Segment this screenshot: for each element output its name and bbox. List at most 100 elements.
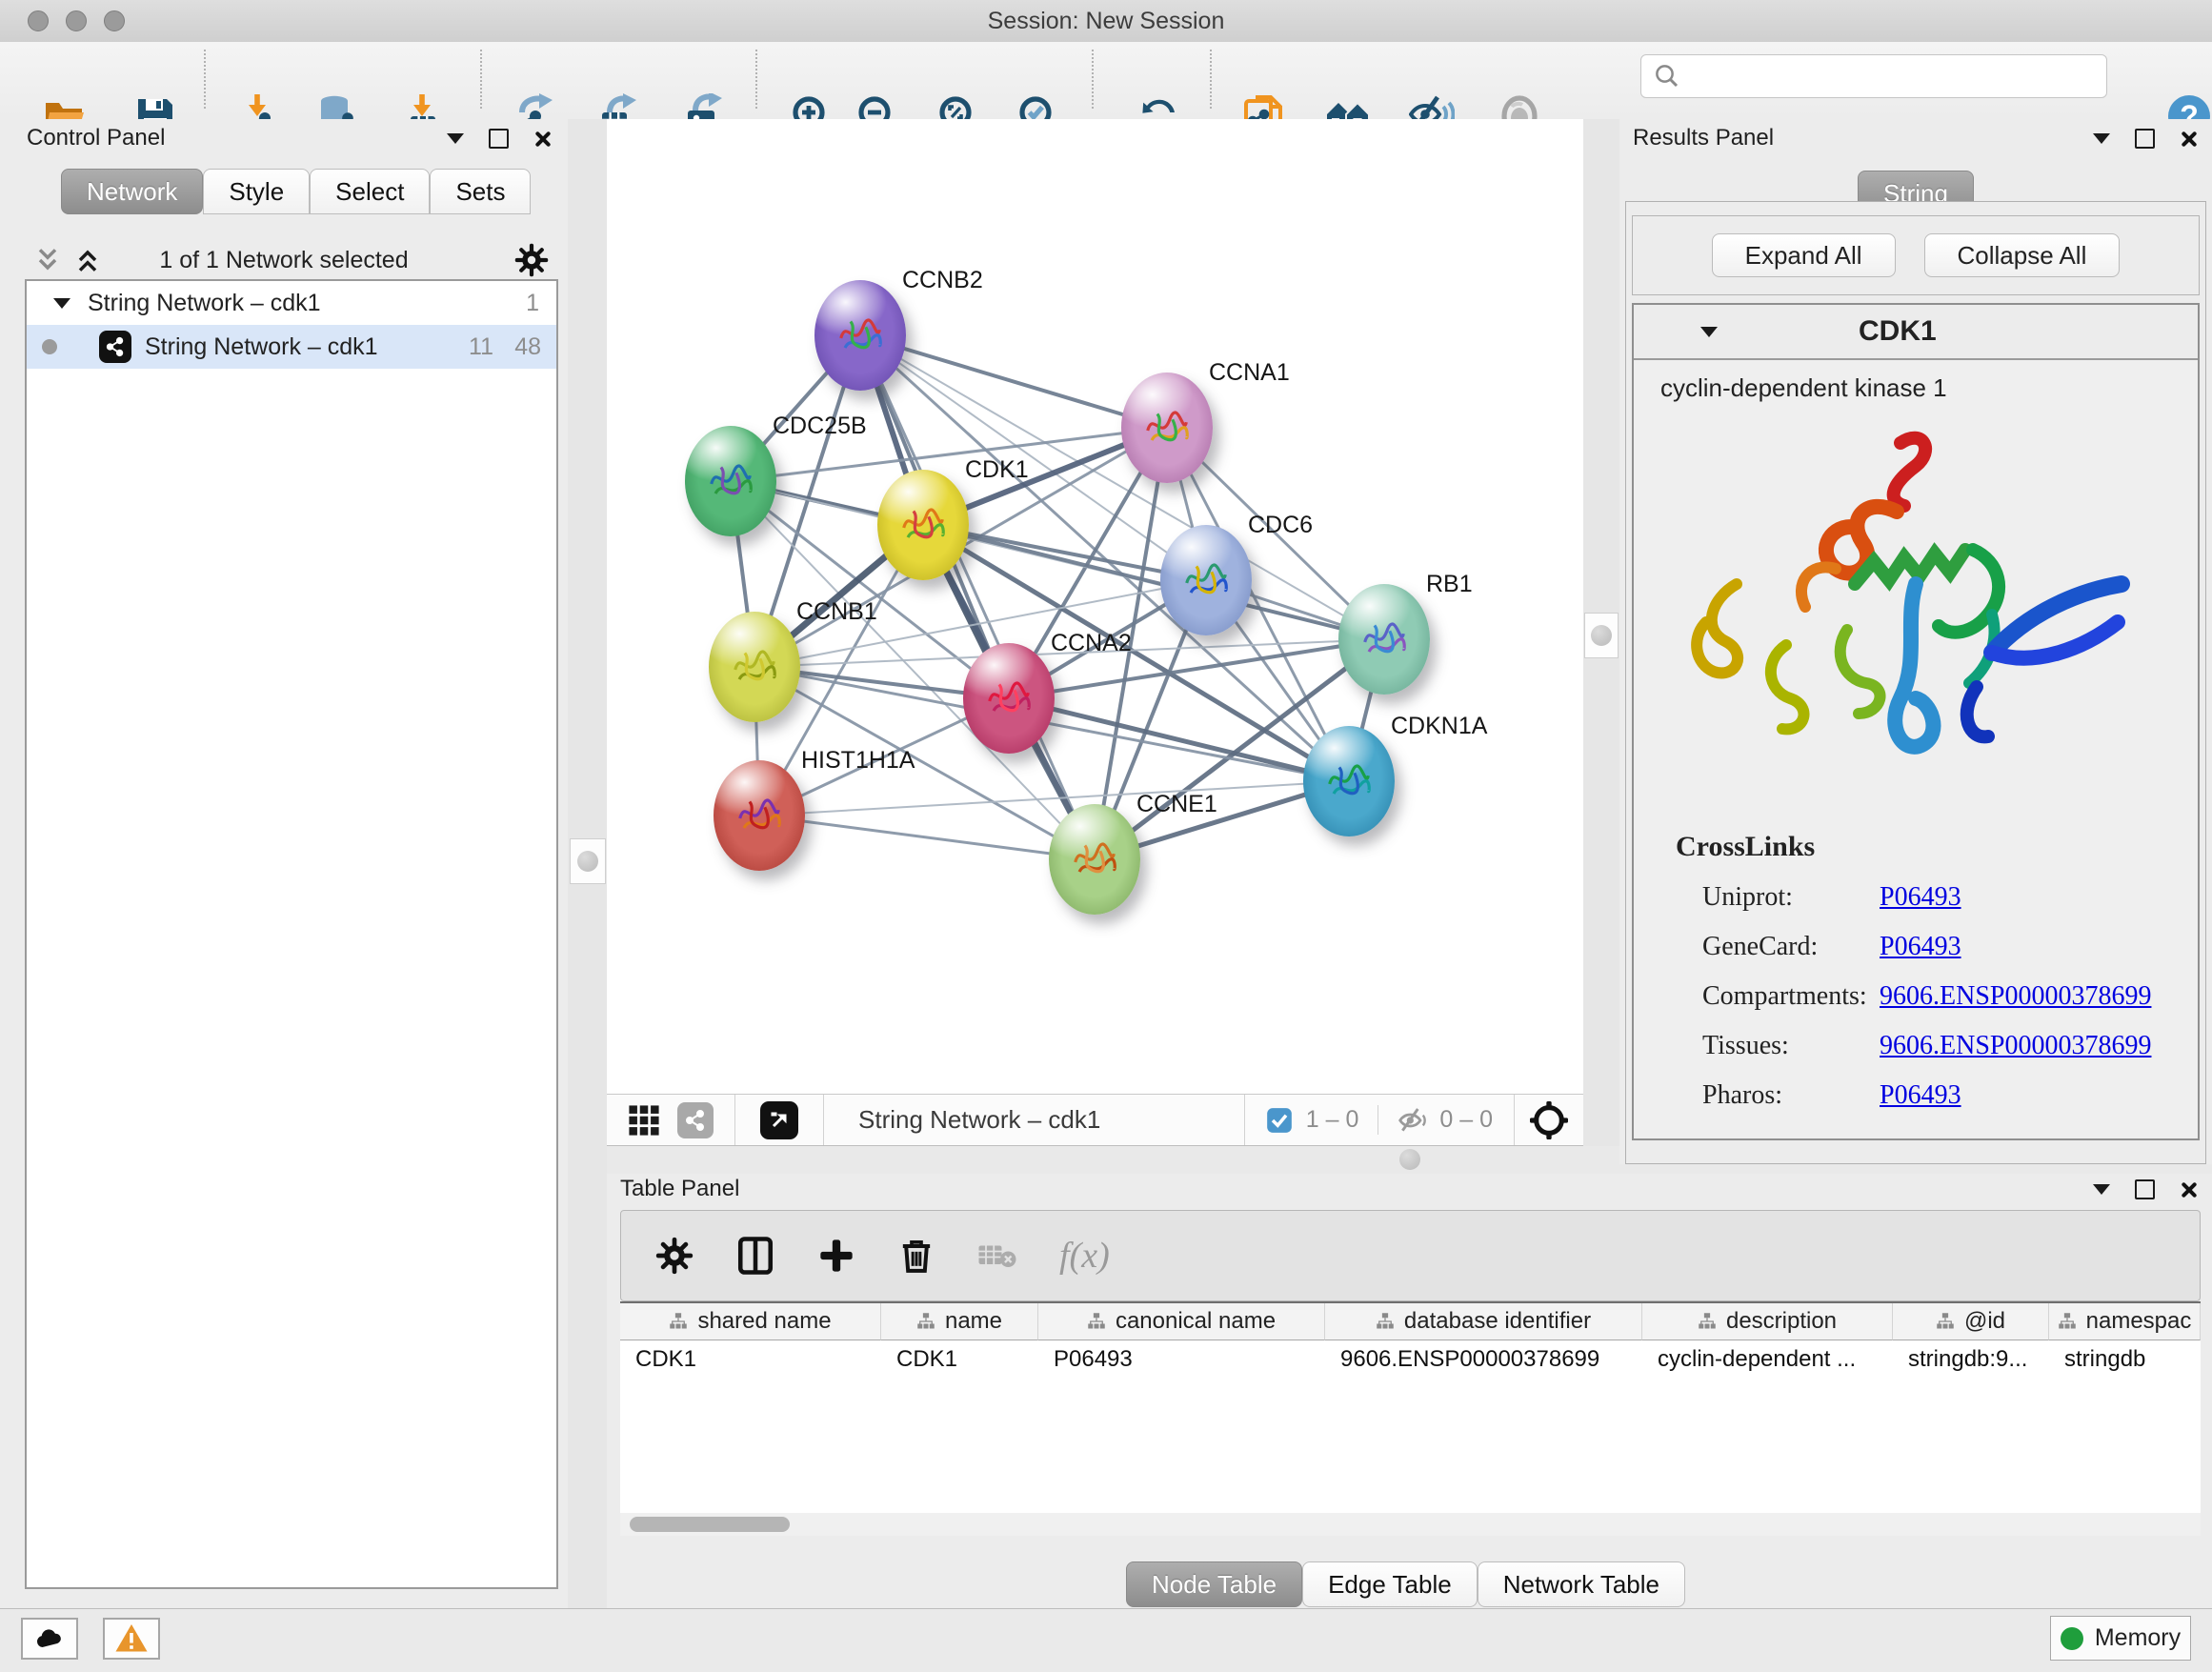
table-row[interactable]: CDK1 CDK1 P06493 9606.ENSP00000378699 cy… <box>620 1340 2201 1379</box>
tab-node-table[interactable]: Node Table <box>1126 1561 1302 1607</box>
crosslink-link[interactable]: P06493 <box>1880 1080 1961 1111</box>
crosslink-link[interactable]: P06493 <box>1880 932 1961 962</box>
network-view-toolbar: String Network – cdk1 1 – 0 0 – 0 <box>607 1094 1583 1146</box>
network-collection-row[interactable]: String Network – cdk1 1 <box>27 281 556 325</box>
network-options-gear-icon[interactable] <box>514 243 549 277</box>
node-label-CCNA1: CCNA1 <box>1209 359 1290 387</box>
tab-network[interactable]: Network <box>61 169 203 214</box>
column-header[interactable]: namespac <box>2049 1303 2201 1340</box>
network-node-CCNA1[interactable] <box>1121 373 1213 483</box>
table-cell[interactable]: CDK1 <box>881 1340 1038 1379</box>
table-cell[interactable]: stringdb <box>2049 1340 2201 1379</box>
crosslink-link[interactable]: 9606.ENSP00000378699 <box>1880 981 2151 1012</box>
column-header[interactable]: @id <box>1893 1303 2049 1340</box>
minimize-window-button[interactable] <box>66 10 87 31</box>
tab-sets[interactable]: Sets <box>430 169 531 214</box>
right-splitter-handle[interactable] <box>1584 613 1619 658</box>
left-splitter-handle[interactable] <box>570 838 606 884</box>
crosslink-row: Tissues: 9606.ENSP00000378699 <box>1702 1031 2198 1061</box>
network-node-CCNB2[interactable] <box>814 280 906 391</box>
column-type-icon <box>669 1312 688 1331</box>
network-node-count: 11 <box>469 333 493 361</box>
network-row[interactable]: String Network – cdk1 11 48 <box>27 325 556 369</box>
network-node-CDC25B[interactable] <box>685 426 776 536</box>
warnings-button[interactable] <box>103 1618 160 1660</box>
tab-edge-table[interactable]: Edge Table <box>1302 1561 1478 1607</box>
expand-all-button[interactable]: Expand All <box>1712 233 1896 277</box>
column-header[interactable]: database identifier <box>1325 1303 1642 1340</box>
crosslink-label: Pharos: <box>1702 1080 1880 1111</box>
protein-structure-thumbnail <box>895 497 951 553</box>
close-window-button[interactable] <box>28 10 49 31</box>
column-header[interactable]: canonical name <box>1038 1303 1325 1340</box>
open-in-new-window-icon[interactable] <box>760 1101 798 1139</box>
right-splitter[interactable] <box>1583 119 1619 1146</box>
table-panel: Table Panel f(x) shared name name canoni… <box>607 1174 2212 1608</box>
network-canvas[interactable]: CCNB2CCNA1CDC25BCDK1CDC6RB1CCNB1CCNA2CDK… <box>607 119 1583 1094</box>
search-input[interactable] <box>1689 62 2106 91</box>
network-edge[interactable] <box>860 335 1095 859</box>
selected-node-edge-counts: 1 – 0 <box>1306 1106 1359 1134</box>
left-splitter[interactable] <box>568 119 607 1608</box>
node-label-CCNA2: CCNA2 <box>1051 630 1132 657</box>
hidden-eye-slash-icon[interactable] <box>1398 1105 1428 1136</box>
network-share-icon[interactable] <box>677 1102 714 1138</box>
collection-expand-icon[interactable] <box>53 298 70 309</box>
network-node-CDK1[interactable] <box>877 470 969 580</box>
crosslink-link[interactable]: 9606.ENSP00000378699 <box>1880 1031 2151 1061</box>
table-cell[interactable]: P06493 <box>1038 1340 1325 1379</box>
table-horizontal-scrollbar[interactable] <box>620 1513 2201 1536</box>
crosslinks-section: CrossLinks Uniprot: P06493 GeneCard: P06… <box>1634 831 2198 1111</box>
splitter-dot-icon <box>1399 1149 1420 1170</box>
table-cell[interactable]: 9606.ENSP00000378699 <box>1325 1340 1642 1379</box>
crosslink-label: Uniprot: <box>1702 882 1880 913</box>
network-edge[interactable] <box>860 335 1167 428</box>
network-node-CDC6[interactable] <box>1160 525 1252 635</box>
table-cell[interactable]: cyclin-dependent ... <box>1642 1340 1893 1379</box>
results-panel-menu-icon[interactable] <box>2093 133 2110 144</box>
column-header[interactable]: shared name <box>620 1303 881 1340</box>
table-cell[interactable]: CDK1 <box>620 1340 881 1379</box>
zoom-window-button[interactable] <box>104 10 125 31</box>
statusbar-separator <box>1244 1095 1245 1145</box>
table-panel-menu-icon[interactable] <box>2093 1184 2110 1195</box>
network-node-RB1[interactable] <box>1338 584 1430 695</box>
table-panel-float-icon[interactable] <box>2135 1179 2155 1199</box>
network-node-CDKN1A[interactable] <box>1303 726 1395 836</box>
results-panel-close-icon[interactable] <box>2180 131 2197 148</box>
network-node-HIST1H1A[interactable] <box>714 760 805 871</box>
toolbar-search-field[interactable] <box>1640 54 2107 98</box>
table-settings-gear-icon[interactable] <box>655 1237 694 1275</box>
network-node-CCNE1[interactable] <box>1049 804 1140 915</box>
birdseye-crosshair-icon[interactable] <box>1530 1101 1568 1139</box>
memory-button[interactable]: Memory <box>2050 1616 2191 1661</box>
node-result-expand-icon[interactable] <box>1700 327 1718 337</box>
network-edges[interactable] <box>607 119 1583 1094</box>
column-header[interactable]: name <box>881 1303 1038 1340</box>
table-cell[interactable]: stringdb:9... <box>1893 1340 2049 1379</box>
column-type-icon <box>1087 1312 1106 1331</box>
delete-column-trash-icon[interactable] <box>897 1237 935 1275</box>
grid-view-icon[interactable] <box>628 1104 660 1137</box>
results-panel-float-icon[interactable] <box>2135 129 2155 149</box>
tab-select[interactable]: Select <box>310 169 430 214</box>
node-result-header[interactable]: CDK1 <box>1634 305 2198 360</box>
collapse-all-button[interactable]: Collapse All <box>1924 233 2121 277</box>
control-panel-float-icon[interactable] <box>489 129 509 149</box>
show-columns-icon[interactable] <box>735 1236 775 1276</box>
create-column-plus-icon[interactable] <box>817 1237 855 1275</box>
table-panel-close-icon[interactable] <box>2180 1181 2197 1199</box>
tab-network-table[interactable]: Network Table <box>1478 1561 1685 1607</box>
selected-checkbox-icon[interactable] <box>1266 1107 1293 1134</box>
cloud-button[interactable] <box>21 1618 78 1660</box>
network-node-CCNA2[interactable] <box>963 643 1055 754</box>
network-edge[interactable] <box>759 816 1095 859</box>
control-panel-close-icon[interactable] <box>533 131 551 148</box>
network-node-CCNB1[interactable] <box>709 612 800 722</box>
crosslink-link[interactable]: P06493 <box>1880 882 1961 913</box>
scrollbar-thumb[interactable] <box>630 1517 790 1532</box>
tab-style[interactable]: Style <box>203 169 310 214</box>
column-header[interactable]: description <box>1642 1303 1893 1340</box>
window-title: Session: New Session <box>0 0 2212 42</box>
control-panel-menu-icon[interactable] <box>447 133 464 144</box>
